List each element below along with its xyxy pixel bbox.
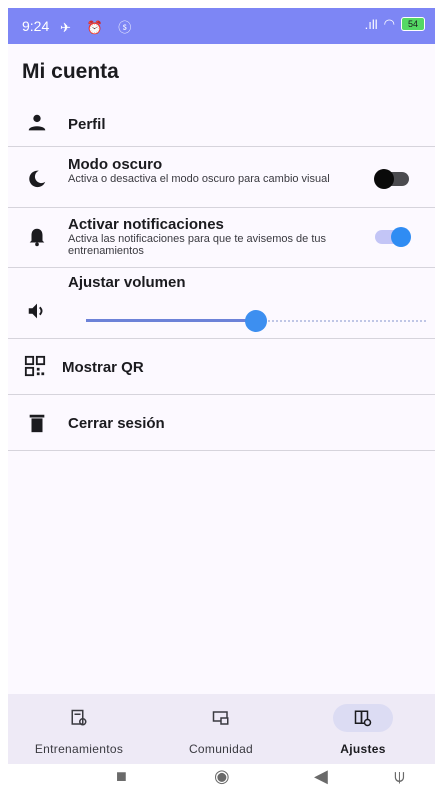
profile-label: Perfil (68, 116, 106, 133)
toggle-knob (374, 169, 394, 189)
divider (8, 394, 435, 395)
nav-label: Comunidad (188, 742, 254, 756)
settings-item-profile[interactable]: Perfil (8, 104, 435, 144)
nav-item-ajustes[interactable]: Ajustes (292, 694, 434, 764)
dark-mode-label: Modo oscuro (68, 156, 163, 173)
status-bar: 9:24 ✈ ⏰ ⓢ .ıll ◠ 54 (8, 8, 435, 44)
notifications-label: Activar notificaciones (68, 216, 224, 233)
toggle-knob (391, 227, 411, 247)
nav-label: Ajustes (340, 742, 386, 756)
settings-item-logout[interactable]: Cerrar sesión (8, 396, 435, 450)
settings-book-icon (354, 710, 372, 727)
settings-item-qr[interactable]: Mostrar QR (8, 340, 435, 394)
back-triangle-icon[interactable]: ◀ (314, 766, 328, 787)
signal-icon: .ıll (364, 16, 378, 32)
status-icons: ✈ ⏰ ⓢ (60, 20, 138, 35)
volume-label: Ajustar volumen (68, 274, 186, 291)
square-icon[interactable]: ■ (116, 766, 127, 787)
divider (8, 338, 435, 339)
dark-mode-description: Activa o desactiva el modo oscuro para c… (68, 173, 330, 185)
moon-icon (29, 170, 46, 188)
divider (8, 146, 435, 147)
logout-label: Cerrar sesión (68, 415, 165, 432)
volume-slider-fill (86, 319, 256, 322)
bell-icon (29, 228, 45, 247)
status-right: .ıll ◠ 54 (365, 16, 425, 32)
qr-label: Mostrar QR (62, 359, 144, 376)
bottom-navigation: Entrenamientos Comunidad Ajustes (8, 694, 435, 764)
battery-icon: 54 (401, 17, 425, 31)
community-icon (212, 711, 229, 725)
nav-item-entrenamientos[interactable]: Entrenamientos (8, 694, 150, 764)
divider (8, 450, 435, 451)
app-screen: 9:24 ✈ ⏰ ⓢ .ıll ◠ 54 Mi cuenta Perfil Mo… (8, 8, 435, 794)
notifications-toggle[interactable] (375, 227, 411, 247)
wifi-icon: ◠ (383, 16, 395, 31)
settings-item-dark-mode[interactable]: Modo oscuro Activa o desactiva el modo o… (8, 148, 435, 206)
speaker-icon (28, 303, 43, 319)
volume-slider[interactable] (86, 310, 426, 332)
volume-slider-thumb[interactable] (245, 310, 267, 332)
page-title: Mi cuenta (22, 60, 119, 83)
accessibility-icon[interactable]: ⍦ (394, 766, 405, 787)
status-time: 9:24 (22, 18, 50, 34)
qr-code-icon (24, 355, 46, 377)
nav-item-comunidad[interactable]: Comunidad (150, 694, 292, 764)
dark-mode-toggle[interactable] (374, 169, 409, 189)
system-navigation: ■ ◉ ◀ ⍦ (8, 764, 435, 794)
person-icon (28, 114, 46, 131)
nav-label: Entrenamientos (34, 742, 124, 756)
training-list-icon (71, 709, 87, 726)
settings-item-notifications[interactable]: Activar notificaciones Activa las notifi… (8, 208, 435, 266)
volume-slider-rest (256, 320, 426, 323)
settings-item-volume: Ajustar volumen (8, 268, 435, 338)
notifications-description: Activa las notificaciones para que te av… (68, 233, 327, 257)
circle-icon[interactable]: ◉ (214, 766, 230, 787)
trash-icon (29, 414, 45, 433)
